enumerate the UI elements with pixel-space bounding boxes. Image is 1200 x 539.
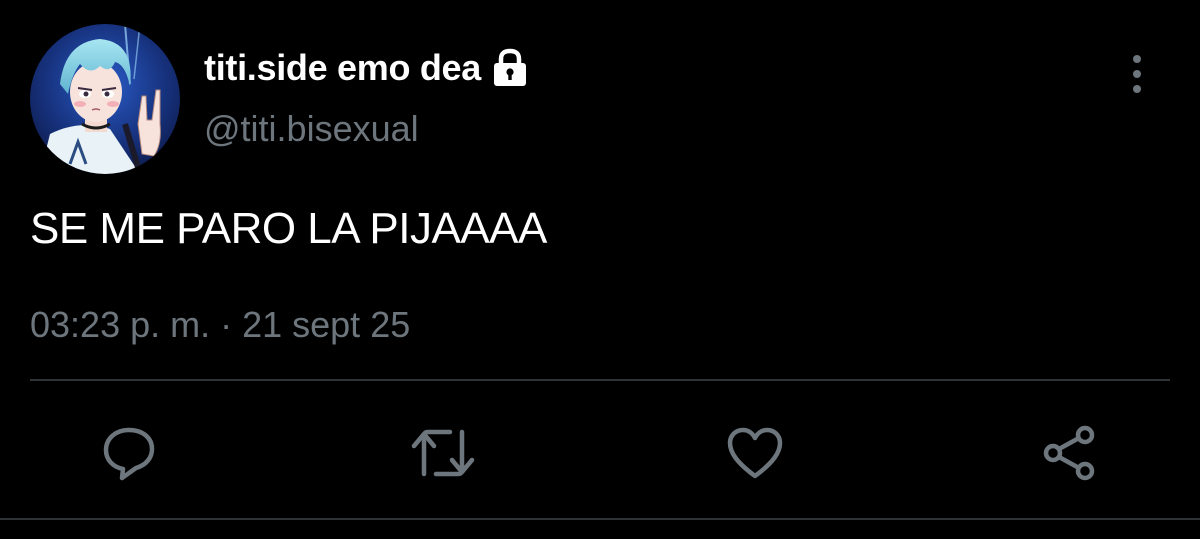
timestamp[interactable]: 03:23 p. m. · 21 sept 25: [30, 304, 410, 346]
divider-bottom: [0, 518, 1200, 520]
more-vertical-icon[interactable]: [1120, 52, 1154, 96]
tweet-text: SE ME PARO LA PIJAAAA: [30, 204, 547, 253]
retweet-icon: [410, 424, 476, 482]
heart-icon: [726, 426, 784, 480]
divider: [30, 379, 1170, 381]
name-row: titi.side emo dea: [204, 46, 529, 90]
reply-button[interactable]: [98, 422, 160, 484]
user-handle[interactable]: @titi.bisexual: [204, 108, 419, 150]
tweet-card: titi.side emo dea @titi.bisexual SE ME P…: [0, 0, 1200, 539]
share-icon: [1039, 423, 1099, 483]
display-name[interactable]: titi.side emo dea: [204, 47, 481, 89]
retweet-button[interactable]: [410, 422, 476, 484]
share-button[interactable]: [1038, 422, 1100, 484]
like-button[interactable]: [724, 422, 786, 484]
lock-icon: [491, 48, 529, 88]
avatar[interactable]: [30, 24, 180, 174]
reply-icon: [100, 424, 158, 482]
